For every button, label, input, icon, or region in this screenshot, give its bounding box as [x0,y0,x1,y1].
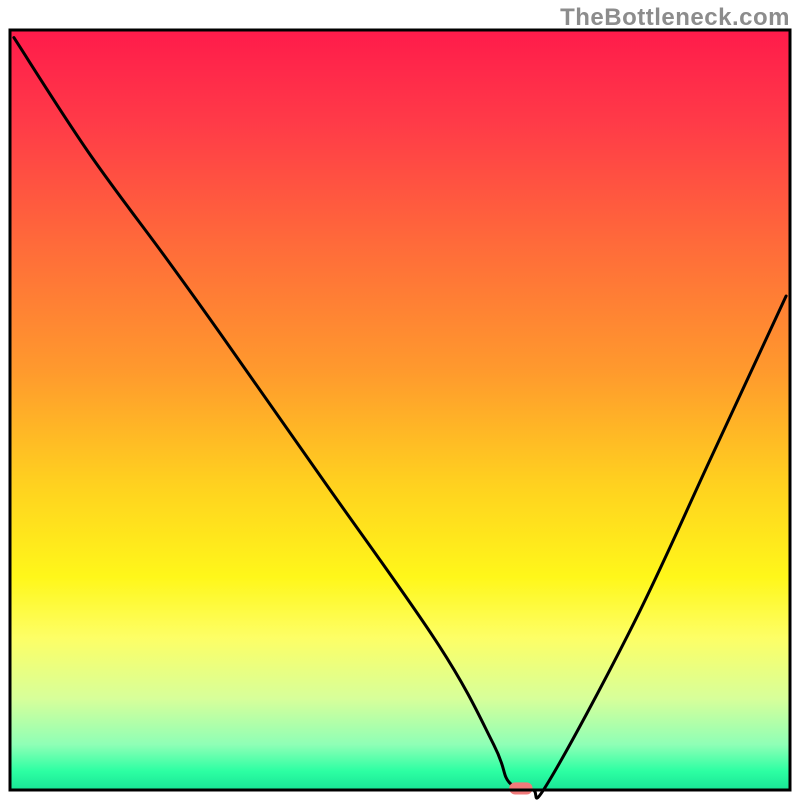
watermark-text: TheBottleneck.com [560,4,790,32]
bottleneck-chart [0,0,800,800]
chart-stage: TheBottleneck.com [0,0,800,800]
optimal-marker [509,782,532,794]
gradient-background [10,30,790,790]
